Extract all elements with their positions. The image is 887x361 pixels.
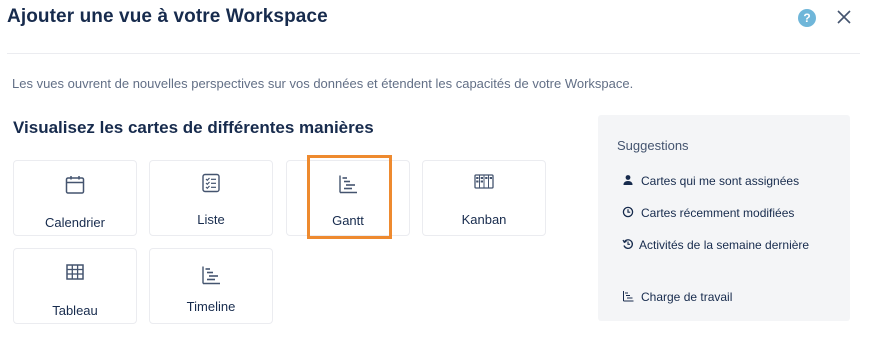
suggestion-label: Activités de la semaine dernière (639, 238, 810, 252)
view-card-liste[interactable]: Liste (149, 160, 273, 236)
view-label: Calendrier (45, 215, 105, 230)
workload-icon (623, 291, 634, 302)
modal-title: Ajouter une vue à votre Workspace (7, 6, 328, 27)
suggestion-recent-cards[interactable]: Cartes récemment modifiées (622, 203, 842, 223)
help-icon[interactable]: ? (798, 9, 816, 27)
suggestions-panel: Suggestions Cartes qui me sont assignées… (598, 115, 850, 321)
modal-description: Les vues ouvrent de nouvelles perspectiv… (12, 76, 634, 91)
calendar-icon (65, 176, 85, 194)
view-card-calendrier[interactable]: Calendrier (13, 160, 137, 236)
view-label: Liste (197, 212, 225, 227)
view-label: Timeline (186, 299, 236, 314)
person-icon (623, 175, 633, 185)
divider (7, 53, 860, 54)
close-icon[interactable] (833, 6, 855, 28)
suggestion-label: Charge de travail (641, 290, 733, 304)
table-icon (66, 264, 84, 280)
suggestions-title: Suggestions (617, 138, 689, 153)
clock-icon (622, 206, 634, 218)
suggestion-last-week-activity[interactable]: Activités de la semaine dernière (622, 235, 837, 255)
suggestion-assigned-cards[interactable]: Cartes qui me sont assignées (622, 171, 842, 191)
timeline-icon (202, 266, 220, 285)
kanban-icon (474, 174, 494, 189)
view-card-tableau[interactable]: Tableau (13, 248, 137, 324)
checklist-icon (202, 173, 220, 193)
section-title: Visualisez les cartes de différentes man… (13, 118, 374, 137)
suggestion-label: Cartes qui me sont assignées (641, 174, 800, 188)
suggestion-workload[interactable]: Charge de travail (622, 287, 842, 307)
view-card-kanban[interactable]: Kanban (422, 160, 546, 236)
history-icon (622, 239, 633, 250)
view-label: Tableau (52, 303, 98, 318)
view-label: Kanban (461, 212, 507, 227)
view-card-gantt[interactable]: Gantt (286, 160, 410, 236)
view-card-timeline[interactable]: Timeline (149, 248, 273, 324)
suggestion-label: Cartes récemment modifiées (641, 206, 795, 220)
view-label: Gantt (332, 213, 364, 228)
gantt-icon (339, 175, 357, 194)
